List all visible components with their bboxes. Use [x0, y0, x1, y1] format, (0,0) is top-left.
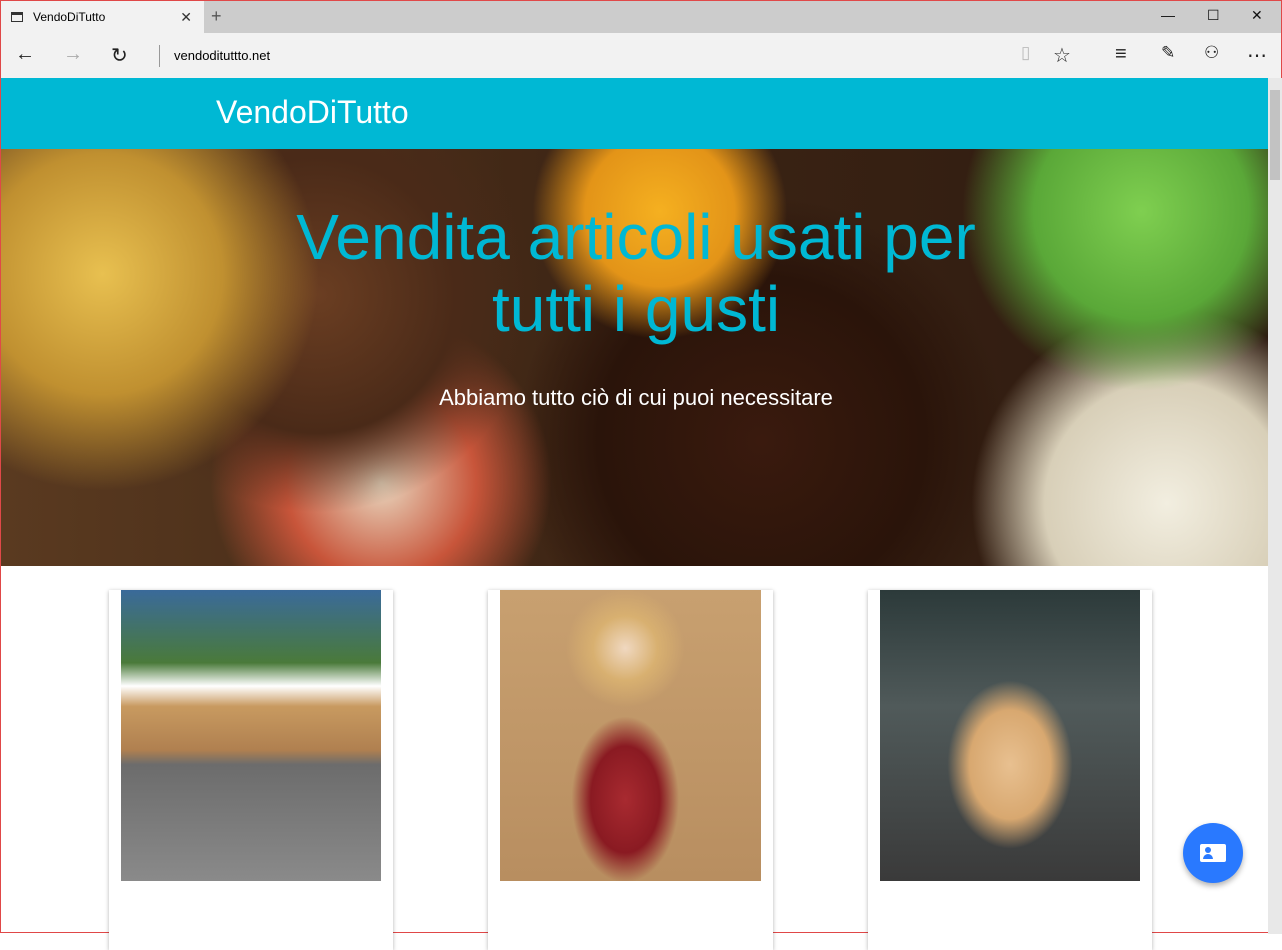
- brand-logo[interactable]: VendoDiTutto: [216, 94, 409, 131]
- close-window-icon[interactable]: ✕: [1251, 7, 1263, 24]
- product-image-nightstand[interactable]: [880, 590, 1140, 881]
- hero-title: Vendita articoli usati per tutti i gusti: [296, 201, 976, 345]
- minimize-icon[interactable]: —: [1161, 7, 1175, 23]
- page-icon: [11, 12, 23, 22]
- back-icon[interactable]: ←: [15, 43, 35, 66]
- share-icon[interactable]: ⚇: [1204, 43, 1219, 63]
- product-image-doll[interactable]: [500, 590, 761, 881]
- tab-bar: VendoDiTutto ✕ + — ☐ ✕: [1, 1, 1281, 33]
- favorite-star-icon[interactable]: ☆: [1053, 43, 1071, 68]
- product-card[interactable]: [488, 590, 773, 950]
- web-note-icon[interactable]: ✎: [1161, 43, 1175, 63]
- hero-banner: Vendita articoli usati per tutti i gusti…: [1, 149, 1268, 566]
- close-tab-icon[interactable]: ✕: [180, 9, 192, 26]
- reading-view-icon[interactable]: ▯: [1021, 43, 1030, 63]
- product-image-desk[interactable]: [121, 590, 381, 881]
- new-tab-icon[interactable]: +: [211, 6, 222, 27]
- maximize-icon[interactable]: ☐: [1207, 7, 1220, 24]
- product-card[interactable]: [868, 590, 1152, 950]
- nav-bar: ← → ↻ vendodituttto.net ▯ ☆ ≡ ✎ ⚇ ⋯: [1, 33, 1281, 78]
- scrollbar-thumb[interactable]: [1270, 90, 1280, 180]
- contact-card-icon: [1200, 844, 1226, 862]
- product-card[interactable]: [109, 590, 393, 950]
- contact-fab-button[interactable]: [1183, 823, 1243, 883]
- forward-icon[interactable]: →: [63, 43, 83, 66]
- tab-title: VendoDiTutto: [33, 10, 106, 24]
- hero-subtitle: Abbiamo tutto ciò di cui puoi necessitar…: [439, 385, 833, 410]
- site-header: VendoDiTutto: [1, 78, 1268, 149]
- refresh-icon[interactable]: ↻: [111, 43, 128, 68]
- browser-tab[interactable]: VendoDiTutto ✕: [1, 1, 204, 33]
- more-icon[interactable]: ⋯: [1247, 43, 1267, 68]
- hub-icon[interactable]: ≡: [1115, 43, 1127, 66]
- address-bar[interactable]: vendodituttto.net: [159, 45, 270, 67]
- scrollbar[interactable]: [1268, 78, 1282, 934]
